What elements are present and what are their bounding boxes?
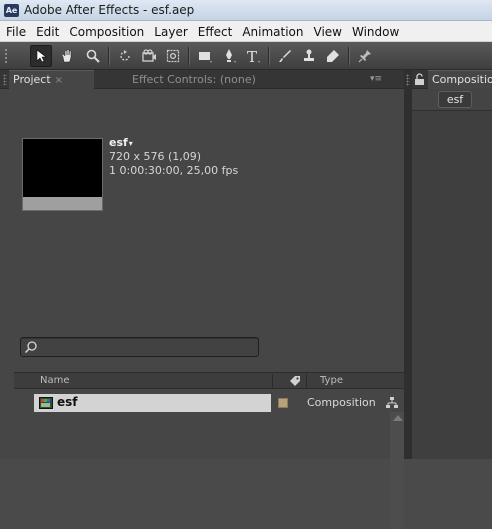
scrollbar[interactable] — [390, 412, 404, 529]
svg-text:T: T — [247, 48, 257, 64]
thumbnail-bar — [23, 197, 102, 210]
column-separator[interactable] — [306, 374, 307, 388]
search-input[interactable] — [20, 337, 259, 357]
panel-grip-icon[interactable] — [406, 74, 410, 86]
toolbar-separator — [108, 47, 109, 65]
table-row[interactable]: esf Composition — [34, 394, 398, 412]
pan-behind-tool-icon[interactable] — [162, 45, 184, 67]
close-icon[interactable]: × — [55, 75, 63, 86]
tools-toolbar: T — [0, 42, 492, 70]
column-header-row: Name Type S — [14, 372, 420, 389]
zoom-tool-icon[interactable] — [82, 45, 104, 67]
tab-project-label: Project — [13, 73, 51, 86]
row-type: Composition — [307, 396, 376, 409]
tab-effect-controls[interactable]: Effect Controls: (none) — [132, 70, 256, 89]
tab-composition[interactable]: Composition — [428, 70, 492, 89]
eraser-tool-icon[interactable] — [322, 45, 344, 67]
menu-effect[interactable]: Effect — [193, 22, 238, 41]
menu-animation[interactable]: Animation — [237, 22, 308, 41]
menu-view[interactable]: View — [309, 22, 347, 41]
puppet-pin-tool-icon[interactable] — [354, 45, 376, 67]
rotation-tool-icon[interactable] — [114, 45, 136, 67]
composition-panel: Composition esf — [412, 70, 492, 459]
chevron-down-icon[interactable]: ▾ — [129, 139, 133, 148]
selection-tool-icon[interactable] — [30, 45, 52, 67]
toolbar-separator — [268, 47, 269, 65]
lock-icon[interactable] — [414, 73, 426, 86]
menu-file[interactable]: File — [0, 22, 31, 41]
column-name[interactable]: Name — [40, 375, 70, 386]
after-effects-logo-icon: Ae — [4, 4, 19, 17]
menu-bar: File Edit Composition Layer Effect Animation V… — [0, 21, 492, 42]
item-thumbnail — [22, 138, 103, 211]
camera-tool-icon[interactable] — [138, 45, 160, 67]
title-bar: Ae Adobe After Effects - esf.aep — [0, 0, 492, 21]
composition-tab-button[interactable]: esf — [438, 91, 472, 108]
composition-panel-header: Composition — [412, 70, 492, 89]
selected-item-duration: 1 0:00:30:00, 25,00 fps — [109, 164, 239, 177]
column-separator[interactable] — [272, 374, 273, 388]
scroll-up-arrow-icon[interactable] — [393, 415, 403, 421]
flowchart-icon[interactable] — [385, 396, 399, 410]
search-icon — [24, 341, 37, 354]
selected-item-name-text: esf — [109, 136, 128, 149]
label-tag-icon[interactable] — [288, 374, 302, 388]
menu-layer[interactable]: Layer — [149, 22, 192, 41]
project-panel: Project × Effect Controls: (none) ▾≡ esf▾… — [0, 70, 420, 529]
selected-item-resolution: 720 x 576 (1,09) — [109, 150, 202, 163]
pen-tool-icon[interactable] — [218, 45, 240, 67]
menu-edit[interactable]: Edit — [31, 22, 64, 41]
panel-menu-icon[interactable]: ▾≡ — [370, 74, 386, 85]
selected-item-name[interactable]: esf▾ — [109, 136, 133, 149]
panel-grip-icon[interactable] — [3, 74, 7, 85]
project-panel-header: Project × Effect Controls: (none) ▾≡ — [0, 70, 404, 89]
menu-window[interactable]: Window — [347, 22, 404, 41]
toolbar-grip-icon[interactable] — [4, 48, 8, 64]
label-color-swatch[interactable] — [278, 398, 288, 408]
menu-composition[interactable]: Composition — [64, 22, 149, 41]
column-type[interactable]: Type — [320, 375, 343, 386]
window-title: Adobe After Effects - esf.aep — [24, 3, 195, 17]
row-name: esf — [57, 395, 78, 409]
composition-subheader: esf — [412, 89, 492, 111]
toolbar-separator — [348, 47, 349, 65]
toolbar-separator — [188, 47, 189, 65]
clone-stamp-tool-icon[interactable] — [298, 45, 320, 67]
panel-divider[interactable] — [404, 70, 412, 459]
type-tool-icon[interactable]: T — [242, 45, 264, 67]
rectangle-tool-icon[interactable] — [194, 45, 216, 67]
hand-tool-icon[interactable] — [56, 45, 78, 67]
composition-icon — [39, 397, 53, 409]
tab-project[interactable]: Project × — [9, 70, 94, 89]
brush-tool-icon[interactable] — [274, 45, 296, 67]
